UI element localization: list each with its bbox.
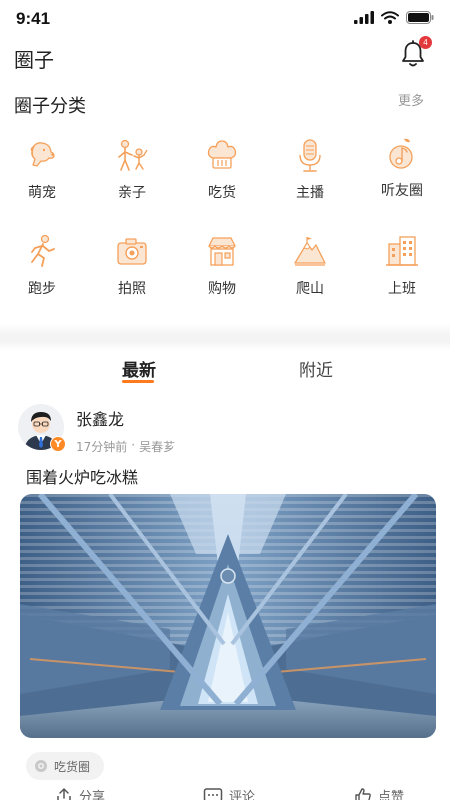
wifi-icon	[381, 11, 399, 24]
category-label: 吃货	[208, 185, 236, 201]
chef-hat-icon	[207, 140, 237, 169]
category-header: 圈子分类 更多	[14, 90, 436, 118]
category-item-listeners[interactable]: 听友圈	[362, 136, 442, 216]
comment-label: 评论	[229, 790, 256, 800]
section-divider	[0, 324, 450, 350]
like-button[interactable]: 点赞	[354, 786, 404, 800]
page-title: 圈子	[14, 48, 54, 72]
category-item-host[interactable]: 主播	[270, 138, 350, 218]
user-level-badge: Y	[50, 436, 66, 452]
comment-button[interactable]: 评论	[203, 786, 255, 800]
signal-icon	[354, 11, 374, 24]
status-icons	[354, 11, 434, 24]
status-bar: 9:41	[0, 0, 450, 40]
share-label: 分享	[79, 790, 106, 800]
category-label: 拍照	[118, 281, 146, 297]
category-label: 购物	[208, 281, 236, 297]
thumbs-up-icon	[355, 787, 371, 800]
running-icon	[31, 234, 55, 267]
post-time: 17分钟前	[76, 440, 128, 454]
status-time: 9:41	[16, 9, 51, 28]
category-label: 上班	[388, 281, 416, 297]
category-label: 亲子	[118, 185, 146, 201]
music-note-icon	[389, 138, 413, 169]
post-username[interactable]: 张鑫龙	[76, 406, 124, 430]
post-actions: 分享 评论 点赞	[0, 786, 450, 800]
header: 圈子 4	[0, 36, 450, 80]
category-item-hiking[interactable]: 爬山	[270, 234, 350, 314]
like-label: 点赞	[378, 790, 405, 800]
feed-tabs: 最新 附近	[0, 350, 450, 394]
category-item-pets[interactable]: 萌宠	[2, 138, 82, 218]
category-item-running[interactable]: 跑步	[2, 234, 82, 314]
tab-latest[interactable]: 最新	[122, 356, 156, 381]
category-label: 主播	[296, 185, 324, 201]
more-link[interactable]: 更多	[398, 90, 424, 109]
category-label: 爬山	[296, 281, 324, 297]
microphone-icon	[299, 139, 321, 172]
category-item-parenting[interactable]: 亲子	[92, 138, 172, 218]
shop-icon	[208, 237, 236, 266]
category-item-shopping[interactable]: 购物	[182, 234, 262, 314]
notification-badge: 4	[419, 36, 432, 49]
circle-tag[interactable]: 吃货圈	[26, 752, 105, 780]
notification-button[interactable]: 4	[400, 36, 432, 68]
pet-dog-icon	[30, 142, 55, 167]
post-image[interactable]	[20, 494, 436, 738]
category-label: 萌宠	[28, 185, 56, 201]
category-label: 跑步	[28, 281, 56, 297]
post-meta: 17分钟前 · 吴春芗	[76, 438, 175, 455]
tab-nearby[interactable]: 附近	[299, 356, 333, 381]
architecture-photo	[20, 494, 436, 738]
category-label: 听友圈	[381, 183, 423, 199]
post-location: 吴春芗	[139, 440, 176, 454]
circle-tag-icon	[35, 760, 47, 772]
circle-tag-label: 吃货圈	[54, 759, 91, 774]
category-item-work[interactable]: 上班	[362, 234, 442, 314]
share-icon	[57, 787, 71, 800]
tab-active-indicator	[122, 380, 154, 383]
category-item-foodie[interactable]: 吃货	[182, 138, 262, 218]
parent-child-icon	[118, 139, 148, 171]
mountain-icon	[294, 237, 326, 266]
share-button[interactable]: 分享	[55, 786, 105, 800]
camera-icon	[117, 238, 147, 265]
comment-icon	[203, 787, 223, 800]
office-building-icon	[386, 236, 418, 266]
battery-icon	[406, 11, 434, 24]
meta-separator: ·	[131, 438, 136, 452]
post-text: 围着火炉吃冰糕	[26, 468, 139, 487]
category-item-photo[interactable]: 拍照	[92, 234, 172, 314]
category-title: 圈子分类	[14, 96, 86, 117]
